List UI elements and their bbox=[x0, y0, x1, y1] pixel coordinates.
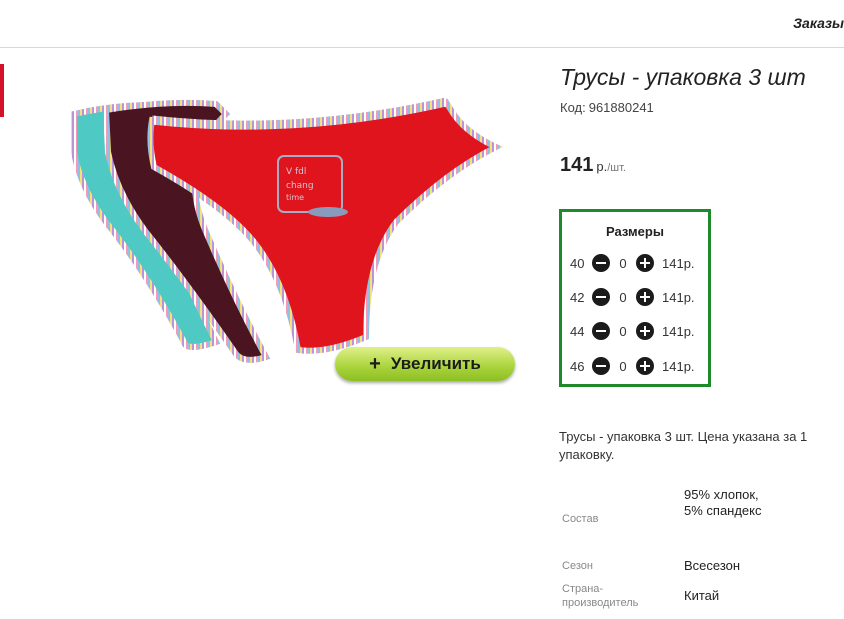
product-code: Код: 961880241 bbox=[560, 100, 654, 115]
price-value: 141 bbox=[560, 154, 594, 176]
minus-icon[interactable] bbox=[592, 322, 610, 340]
product-photo[interactable]: V fdl chang time bbox=[66, 92, 506, 372]
spec-key: Сезон bbox=[562, 560, 593, 572]
sizes-title: Размеры bbox=[606, 224, 664, 239]
price-currency: р. bbox=[596, 159, 608, 174]
product-description: Трусы - упаковка 3 шт. Цена указана за 1… bbox=[559, 429, 808, 462]
product-code-label: Код: bbox=[560, 100, 586, 115]
red-side-tab[interactable] bbox=[0, 64, 4, 117]
quantity-value: 0 bbox=[619, 255, 627, 271]
plus-icon[interactable] bbox=[636, 322, 654, 340]
plus-icon[interactable] bbox=[636, 254, 654, 272]
product-image: V fdl chang time bbox=[71, 97, 503, 363]
quantity-value: 0 bbox=[619, 358, 627, 374]
size-price: 141р. bbox=[662, 323, 695, 339]
minus-icon[interactable] bbox=[592, 254, 610, 272]
size-row-46: 46 0 141р. bbox=[570, 356, 695, 376]
size-price: 141р. bbox=[662, 255, 695, 271]
product-price: 141 р./шт. bbox=[560, 154, 626, 177]
minus-icon[interactable] bbox=[592, 357, 610, 375]
spec-value: Всесезон bbox=[684, 558, 741, 573]
quantity-value: 0 bbox=[619, 289, 627, 305]
svg-text:chang: chang bbox=[286, 181, 314, 191]
price-unit: /шт. bbox=[607, 162, 626, 174]
size-row-40: 40 0 141р. bbox=[570, 253, 695, 273]
quantity-value: 0 bbox=[619, 323, 627, 339]
top-bar: Заказы bbox=[0, 0, 844, 48]
product-code-value: 961880241 bbox=[588, 100, 654, 115]
minus-icon[interactable] bbox=[592, 288, 610, 306]
sizes-panel: Размеры 40 0 141р. 42 0 141р. 44 0 141р.… bbox=[559, 209, 711, 387]
spec-key: Состав bbox=[562, 513, 599, 525]
size-row-44: 44 0 141р. bbox=[570, 321, 695, 341]
svg-text:time: time bbox=[286, 193, 304, 202]
size-row-42: 42 0 141р. bbox=[570, 287, 695, 307]
size-label: 40 bbox=[570, 255, 585, 271]
size-label: 46 bbox=[570, 358, 585, 374]
spec-key: Страна-производитель bbox=[562, 583, 639, 609]
plus-icon[interactable] bbox=[636, 357, 654, 375]
zoom-button-label: Увеличить bbox=[390, 354, 481, 373]
plus-icon: + bbox=[369, 353, 381, 375]
orders-link[interactable]: Заказы bbox=[793, 15, 844, 31]
svg-text:V fdl: V fdl bbox=[286, 167, 306, 177]
product-title: Трусы - упаковка 3 шт bbox=[560, 64, 806, 90]
spec-value: Китай bbox=[684, 588, 720, 603]
plus-icon[interactable] bbox=[636, 288, 654, 306]
size-price: 141р. bbox=[662, 358, 695, 374]
size-price: 141р. bbox=[662, 289, 695, 305]
zoom-button[interactable]: + Увеличить bbox=[335, 347, 515, 381]
spec-value: 95% хлопок, 5% спандекс bbox=[684, 487, 762, 518]
size-label: 42 bbox=[570, 289, 585, 305]
size-label: 44 bbox=[570, 323, 585, 339]
